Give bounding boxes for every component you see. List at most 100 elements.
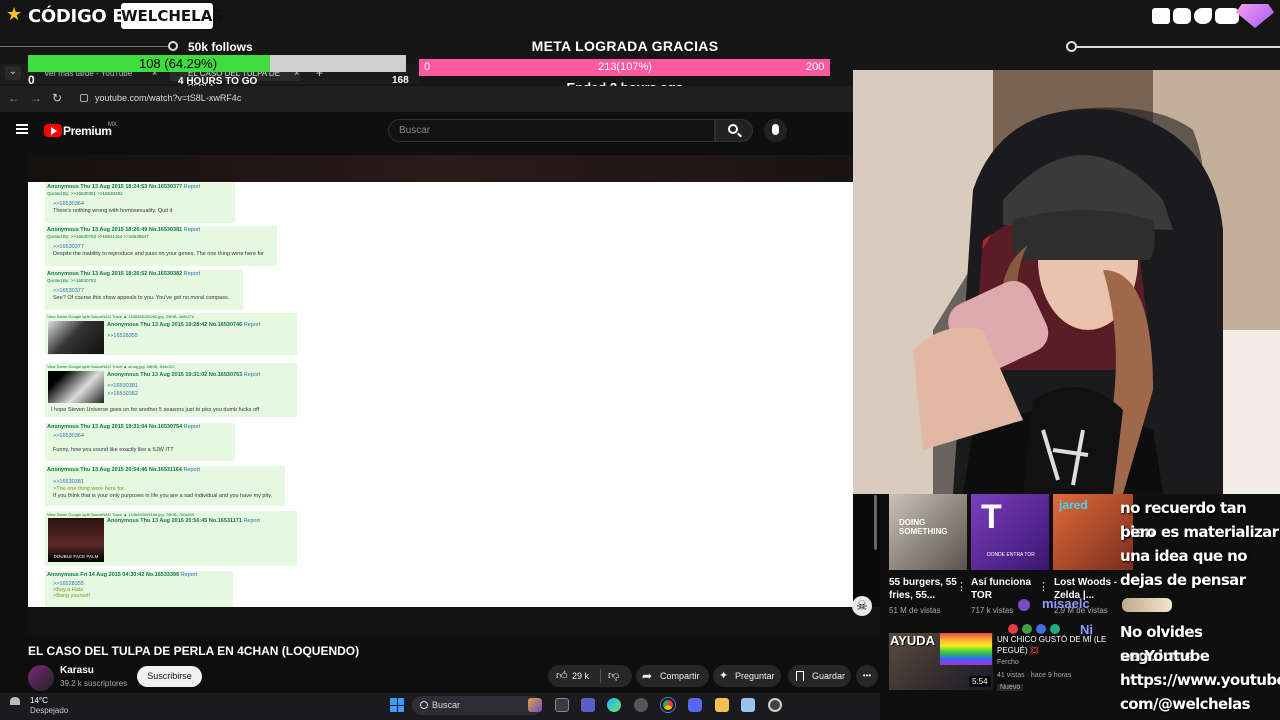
post-header: Anonymous Thu 13 Aug 2015 20:54:46 No.16…	[47, 467, 182, 473]
more-actions-button[interactable]: •••	[856, 665, 878, 687]
post-greentext: >The one thing were here for	[53, 486, 124, 492]
youtube-icon	[1215, 8, 1239, 24]
task-view-icon[interactable]	[555, 698, 569, 712]
channel-avatar[interactable]	[28, 665, 54, 691]
badge-icon	[1022, 624, 1032, 634]
image-caption: DOUBLE FACE PALM	[53, 554, 99, 559]
back-icon[interactable]: ←	[8, 91, 20, 105]
app-icon-2[interactable]	[768, 698, 782, 712]
youtube-premium-label[interactable]: Premium	[63, 124, 112, 138]
post-header: Anonymous Thu 13 Aug 2015 19:31:02 No.16…	[107, 372, 243, 378]
subscribe-button[interactable]: Suscribirse	[137, 666, 202, 687]
weather-icon[interactable]	[10, 697, 20, 705]
chat-app-icon[interactable]	[581, 698, 595, 712]
search-icon	[420, 701, 428, 709]
new-badge: Nuevo	[997, 684, 1024, 691]
app-icon[interactable]	[528, 698, 542, 712]
post-header: Anonymous Fri 14 Aug 2015 04:30:42 No.16…	[47, 572, 180, 578]
file-explorer-icon[interactable]	[715, 698, 729, 712]
search-input[interactable]: Buscar	[388, 119, 715, 142]
thumbnail-text: DOING SOMETHING	[899, 518, 948, 536]
chat-message-line: en Youtube	[1120, 647, 1210, 665]
video-bottom-strip	[28, 607, 880, 635]
report-link[interactable]: Report	[184, 184, 201, 190]
follow-goal-marker	[168, 41, 178, 51]
post-line: >>16530377	[53, 288, 84, 294]
page-scrollbar[interactable]	[874, 495, 877, 550]
post-greentext: >Bang yourself	[53, 593, 90, 599]
post-header: Anonymous Thu 13 Aug 2015 18:26:52 No.16…	[47, 271, 183, 277]
post-line: >>16530381	[107, 383, 138, 389]
recommendation-title[interactable]: Así funciona TOR	[971, 576, 1039, 602]
rainbow-flag-image	[940, 633, 992, 665]
menu-icon-bar	[16, 128, 28, 130]
reload-icon[interactable]: ↻	[52, 91, 62, 105]
report-link[interactable]: Report	[184, 227, 201, 233]
sub-goal-max: 200	[806, 61, 825, 73]
post-line: I hope Steven Universe goes on for anoth…	[51, 407, 260, 413]
thread-post: Anonymous Thu 13 Aug 2015 18:26:49 No.16…	[45, 226, 277, 266]
thumbnail-overlay-text: AYUDA	[890, 633, 936, 648]
chat-message-line: una idea que no	[1120, 547, 1248, 565]
report-link[interactable]: Report	[244, 372, 261, 378]
weather-temperature[interactable]: 14°C	[30, 696, 48, 705]
badge-icon	[1008, 624, 1018, 634]
save-button[interactable]: Guardar	[788, 665, 851, 687]
site-info-icon[interactable]	[80, 94, 88, 102]
post-line: >>16528355	[53, 581, 84, 587]
share-button[interactable]: ➦ Compartir	[636, 665, 709, 687]
settings-icon[interactable]	[634, 698, 648, 712]
recommendation-channel[interactable]: Fercho	[997, 659, 1019, 666]
taskbar-search[interactable]: Buscar	[412, 696, 542, 715]
image-meta: View Same Google iqdb SauceNAO Trace ▲ s…	[47, 364, 175, 369]
report-link[interactable]: Report	[183, 467, 200, 473]
weather-description[interactable]: Despejado	[30, 706, 68, 715]
chrome-icon[interactable]	[661, 698, 675, 712]
more-options-icon[interactable]: ⋮	[1038, 580, 1049, 593]
recommendation-thumbnail[interactable]: T DONDE ENTRA TOR	[971, 494, 1049, 570]
post-image[interactable]	[48, 321, 104, 354]
more-options-icon[interactable]: ⋮	[956, 580, 967, 593]
post-header: Anonymous Thu 13 Aug 2015 19:31:04 No.16…	[47, 424, 183, 430]
post-image[interactable]	[48, 371, 104, 403]
url-field[interactable]: youtube.com/watch?v=tS8L-xwRF4c	[95, 93, 241, 103]
copilot-icon[interactable]	[607, 698, 621, 712]
skull-icon: ☠	[852, 596, 872, 616]
region-label: MX	[108, 122, 117, 128]
channel-name[interactable]: Karasu	[60, 665, 94, 676]
post-header: Anonymous Thu 13 Aug 2015 20:56:45 No.16…	[107, 518, 242, 524]
chat-username: Ni	[1080, 622, 1093, 637]
recommendation-title[interactable]: 55 burgers, 55 fries, 55...	[889, 576, 959, 602]
recommendation-views: 51 M de vistas	[889, 606, 941, 615]
mic-icon	[772, 124, 779, 135]
forward-icon[interactable]: →	[30, 91, 42, 105]
windows-start-icon[interactable]	[390, 698, 404, 712]
discord-icon[interactable]	[688, 698, 702, 712]
save-label: Guardar	[812, 671, 846, 681]
like-count[interactable]: 29 k	[572, 665, 589, 687]
like-icon[interactable]: 👍︎	[556, 665, 568, 687]
follow-goal-min: 0	[28, 73, 35, 87]
dislike-icon[interactable]: 👎︎	[608, 665, 619, 687]
post-line: >>16528355	[107, 333, 138, 339]
report-link[interactable]: Report	[244, 322, 261, 328]
recommendation-thumbnail[interactable]: DOING SOMETHING	[889, 494, 967, 570]
report-link[interactable]: Report	[243, 518, 260, 524]
video-duration: 5:54	[969, 676, 991, 687]
post-line: >>16530364	[53, 433, 84, 439]
chat-message-line: com/@welchelas	[1120, 695, 1251, 713]
post-header: Anonymous Thu 13 Aug 2015 18:24:53 No.16…	[47, 184, 183, 190]
post-header: Anonymous Thu 13 Aug 2015 19:28:42 No.16…	[107, 322, 243, 328]
thread-post: Anonymous Thu 13 Aug 2015 19:31:04 No.16…	[45, 423, 235, 461]
report-link[interactable]: Report	[184, 271, 201, 277]
post-image[interactable]: DOUBLE FACE PALM	[48, 518, 104, 562]
video-top-strip	[28, 155, 853, 182]
chevron-down-icon[interactable]: ⌄	[5, 66, 21, 80]
report-link[interactable]: Report	[184, 424, 201, 430]
post-line: See? Of course this show appeals to you.…	[53, 295, 230, 301]
recommendation-title[interactable]: UN CHICO GUSTÓ DE MÍ (LE PEGUÉ) 💢	[997, 634, 1112, 656]
photos-icon[interactable]	[741, 698, 755, 712]
ask-button[interactable]: ✦ Preguntar	[713, 665, 781, 687]
report-link[interactable]: Report	[181, 572, 198, 578]
badge-icon	[1050, 624, 1060, 634]
